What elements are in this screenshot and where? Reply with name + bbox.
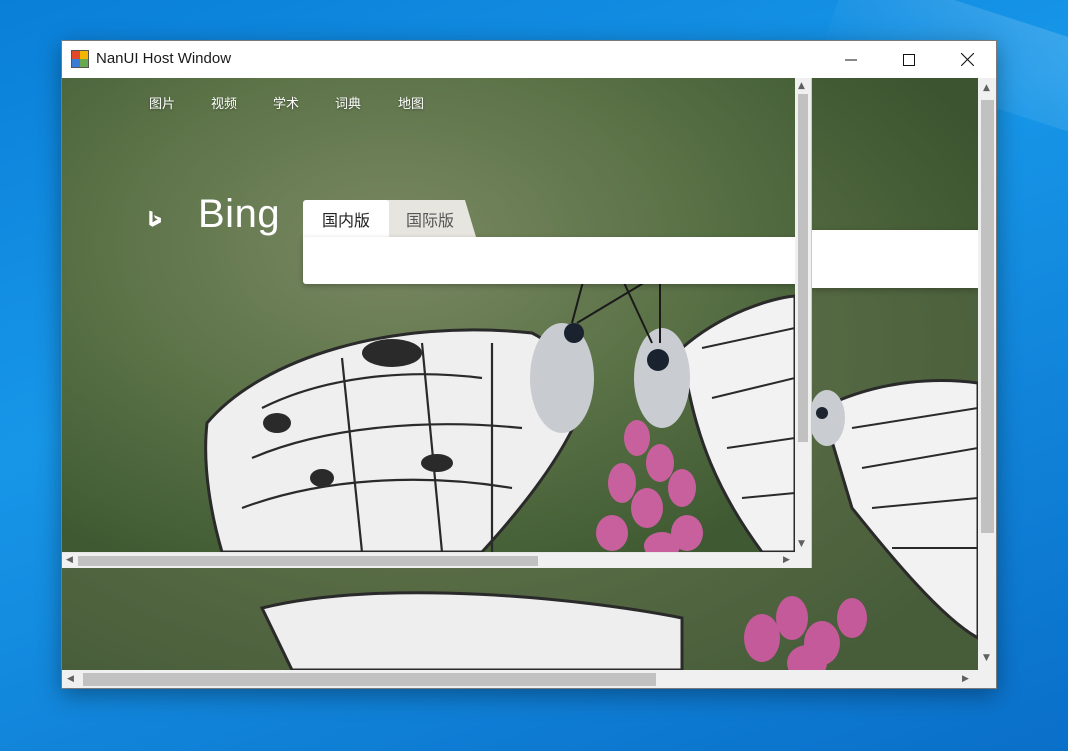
nav-images[interactable]: 图片 [149, 93, 175, 112]
bing-logo-text: Bing [198, 192, 281, 236]
host-window: 图片 视频 学术 词典 地图 Bing 国际版 国内版 ▲ ▼ ◀ ▶ ▲ ▼ … [61, 40, 997, 689]
scroll-right-arrow-icon[interactable]: ▶ [962, 675, 969, 684]
inner-horizontal-scroll-thumb[interactable] [78, 556, 538, 566]
minimize-button[interactable] [822, 41, 880, 78]
scroll-up-arrow-icon[interactable]: ▲ [983, 84, 990, 93]
tab-international[interactable]: 国际版 [384, 200, 476, 237]
scroll-right-arrow-icon[interactable]: ▶ [783, 556, 790, 565]
outer-search-box[interactable] [811, 230, 978, 288]
tab-international-label: 国际版 [405, 210, 454, 230]
scroll-down-arrow-icon[interactable]: ▼ [798, 540, 805, 549]
nav-videos[interactable]: 视频 [211, 93, 237, 112]
inner-vertical-scroll-thumb[interactable] [798, 94, 808, 442]
nav-dictionary[interactable]: 词典 [335, 93, 361, 112]
outer-horizontal-scroll-thumb[interactable] [83, 673, 656, 686]
scroll-left-arrow-icon[interactable]: ◀ [66, 556, 73, 565]
maximize-button[interactable] [880, 41, 938, 78]
tab-domestic-label: 国内版 [321, 210, 370, 230]
inner-horizontal-scrollbar[interactable]: ◀ ▶ [62, 552, 795, 568]
nav-academic[interactable]: 学术 [273, 93, 299, 112]
close-button[interactable] [938, 41, 996, 78]
scroll-up-arrow-icon[interactable]: ▲ [798, 82, 805, 91]
tab-domestic[interactable]: 国内版 [303, 200, 389, 237]
minimize-icon [845, 59, 857, 60]
scroll-left-arrow-icon[interactable]: ◀ [67, 675, 74, 684]
bing-logo-icon[interactable] [148, 191, 190, 247]
title-bar[interactable]: NanUI Host Window [62, 41, 996, 78]
close-icon [960, 53, 974, 66]
inner-browser-view: 图片 视频 学术 词典 地图 Bing 国际版 国内版 [62, 78, 795, 552]
search-box[interactable] [303, 237, 795, 284]
outer-horizontal-scrollbar[interactable]: ◀ ▶ [62, 670, 978, 688]
inner-vertical-scrollbar[interactable]: ▲ ▼ [795, 78, 811, 552]
nav-maps[interactable]: 地图 [398, 93, 424, 112]
inner-frame-border [811, 78, 812, 568]
butterfly-hero-image [62, 78, 795, 552]
app-icon [71, 50, 89, 68]
window-title: NanUI Host Window [96, 50, 232, 67]
scroll-down-arrow-icon[interactable]: ▼ [983, 654, 990, 663]
maximize-icon [903, 53, 915, 66]
outer-vertical-scrollbar[interactable]: ▲ ▼ [978, 78, 996, 670]
outer-vertical-scroll-thumb[interactable] [981, 100, 994, 533]
inner-scroll-corner [795, 552, 811, 568]
